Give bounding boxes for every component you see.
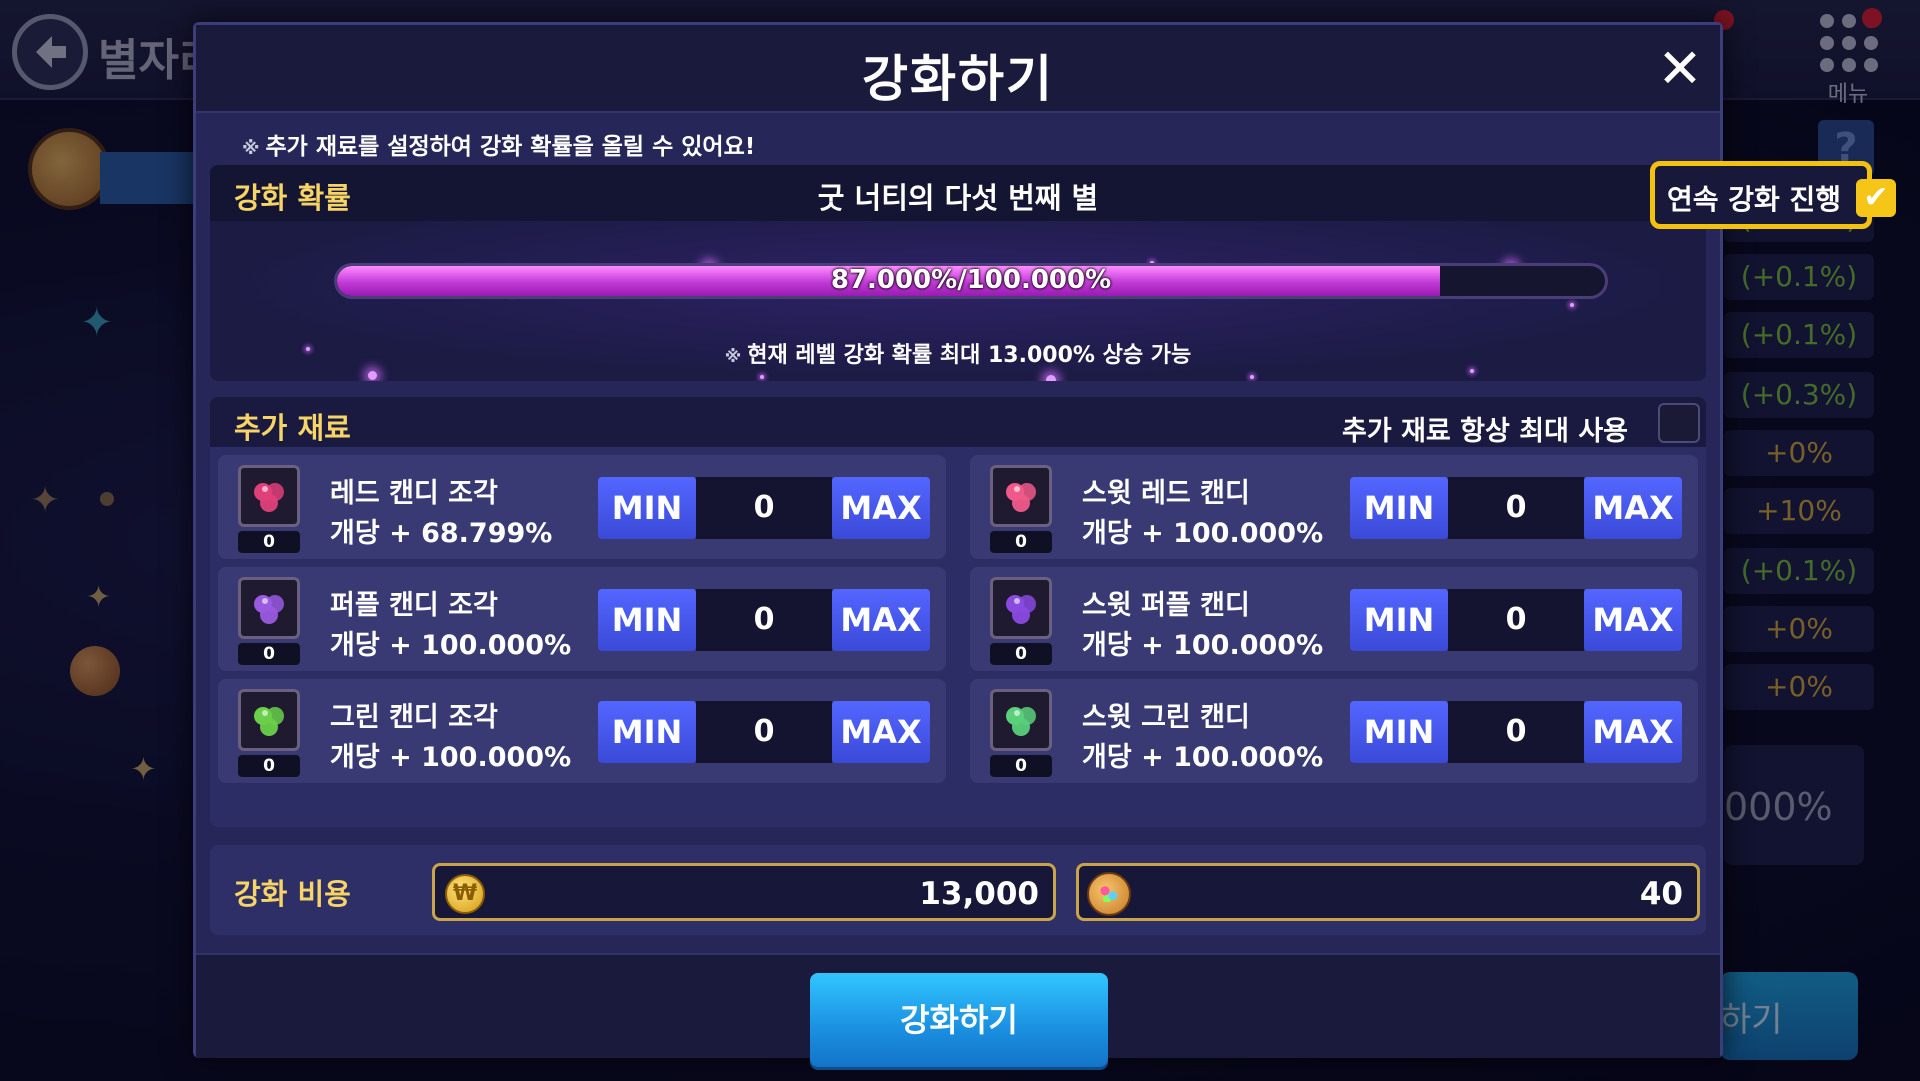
- modal-footer: 강화하기: [196, 953, 1720, 1067]
- note-text: 현재 레벨 강화 확률 최대 13.000% 상승 가능: [747, 343, 1192, 368]
- coin-cost-value: 13,000: [919, 876, 1039, 912]
- material-name: 퍼플 캔디 조각: [330, 590, 498, 621]
- material-count: 0: [990, 755, 1052, 777]
- probability-note: ※ 현재 레벨 강화 확률 최대 13.000% 상승 가능: [210, 337, 1706, 369]
- material-item: 0 레드 캔디 조각 개당 + 68.799% MIN 0 MAX: [218, 455, 946, 559]
- sweet-purple-candy-icon: [990, 577, 1052, 639]
- min-button[interactable]: MIN: [598, 589, 696, 651]
- coin-cost-field: ₩ 13,000: [432, 863, 1056, 921]
- material-count: 0: [238, 643, 300, 665]
- note-mark: ※: [724, 347, 742, 367]
- jar-cost-field: 40: [1076, 863, 1700, 921]
- check-icon: ✔: [1863, 180, 1889, 215]
- max-button[interactable]: MAX: [832, 589, 930, 651]
- material-item: 0 그린 캔디 조각 개당 + 100.000% MIN 0 MAX: [218, 679, 946, 783]
- cost-section: 강화 비용 ₩ 13,000 40: [210, 845, 1706, 935]
- max-button[interactable]: MAX: [832, 701, 930, 763]
- material-name: 레드 캔디 조각: [330, 478, 498, 509]
- material-name: 스윗 퍼플 캔디: [1082, 590, 1250, 621]
- quantity-field[interactable]: 0: [696, 701, 832, 763]
- sparkle: [1470, 369, 1474, 373]
- sparkle: [1570, 303, 1574, 307]
- candy-jar-icon: [1087, 872, 1131, 916]
- quantity-field[interactable]: 0: [1448, 701, 1584, 763]
- sparkle: [1250, 375, 1254, 379]
- max-button[interactable]: MAX: [1584, 701, 1682, 763]
- probability-header: 강화 확률 굿 너티의 다섯 번째 별: [210, 165, 1706, 221]
- item-name: 굿 너티의 다섯 번째 별: [817, 181, 1099, 215]
- auto-enhance-label: 연속 강화 진행: [1667, 183, 1842, 216]
- max-button[interactable]: MAX: [1584, 589, 1682, 651]
- material-bonus: 개당 + 100.000%: [1082, 742, 1324, 773]
- auto-max-checkbox[interactable]: [1658, 403, 1700, 443]
- probability-bar-text: 87.000%/100.000%: [830, 265, 1112, 295]
- quantity-field[interactable]: 0: [696, 589, 832, 651]
- material-item: 0 스윗 레드 캔디 개당 + 100.000% MIN 0 MAX: [970, 455, 1698, 559]
- auto-enhance-toggle[interactable]: 연속 강화 진행: [1650, 161, 1872, 229]
- material-item: 0 스윗 퍼플 캔디 개당 + 100.000% MIN 0 MAX: [970, 567, 1698, 671]
- materials-section: 추가 재료 추가 재료 항상 최대 사용 0 레드 캔디 조각 개당 + 68.…: [210, 397, 1706, 827]
- sweet-red-candy-icon: [990, 465, 1052, 527]
- material-name: 스윗 레드 캔디: [1082, 478, 1250, 509]
- purple-candy-piece-icon: [238, 577, 300, 639]
- material-bonus: 개당 + 100.000%: [1082, 518, 1324, 549]
- materials-label: 추가 재료: [234, 411, 351, 445]
- notice-mark: ※: [242, 138, 260, 159]
- enhance-modal: 강화하기 ✕ ※ 추가 재료를 설정하여 강화 확률을 올릴 수 있어요! 강화 …: [193, 22, 1896, 1067]
- quantity-field[interactable]: 0: [1448, 589, 1584, 651]
- material-bonus: 개당 + 68.799%: [330, 518, 553, 549]
- material-name: 그린 캔디 조각: [330, 702, 498, 733]
- sparkle: [368, 371, 377, 380]
- min-button[interactable]: MIN: [598, 477, 696, 539]
- material-bonus: 개당 + 100.000%: [330, 630, 572, 661]
- material-count: 0: [238, 531, 300, 553]
- min-button[interactable]: MIN: [598, 701, 696, 763]
- modal-title: 강화하기: [862, 50, 1054, 108]
- material-item: 0 퍼플 캔디 조각 개당 + 100.000% MIN 0 MAX: [218, 567, 946, 671]
- coin-icon: ₩: [445, 874, 485, 914]
- material-bonus: 개당 + 100.000%: [330, 742, 572, 773]
- material-count: 0: [990, 643, 1052, 665]
- modal-header: 강화하기 ✕: [196, 25, 1720, 113]
- max-button[interactable]: MAX: [1584, 477, 1682, 539]
- materials-header: 추가 재료 추가 재료 항상 최대 사용: [210, 397, 1706, 447]
- sweet-green-candy-icon: [990, 689, 1052, 751]
- notice-text: ※ 추가 재료를 설정하여 강화 확률을 올릴 수 있어요!: [242, 127, 755, 161]
- jar-cost-value: 40: [1639, 876, 1683, 912]
- quantity-field[interactable]: 0: [1448, 477, 1584, 539]
- material-bonus: 개당 + 100.000%: [1082, 630, 1324, 661]
- close-icon[interactable]: ✕: [1656, 42, 1704, 96]
- auto-max-label: 추가 재료 항상 최대 사용: [1342, 416, 1628, 447]
- material-count: 0: [238, 755, 300, 777]
- min-button[interactable]: MIN: [1350, 589, 1448, 651]
- cost-label: 강화 비용: [234, 877, 351, 911]
- material-count: 0: [990, 531, 1052, 553]
- green-candy-piece-icon: [238, 689, 300, 751]
- min-button[interactable]: MIN: [1350, 477, 1448, 539]
- sparkle: [760, 375, 764, 379]
- quantity-field[interactable]: 0: [696, 477, 832, 539]
- probability-section: 강화 확률 굿 너티의 다섯 번째 별 87.000%/100.000% ※ 현재…: [210, 165, 1706, 381]
- material-item: 0 스윗 그린 캔디 개당 + 100.000% MIN 0 MAX: [970, 679, 1698, 783]
- auto-enhance-checkbox[interactable]: ✔: [1856, 179, 1896, 217]
- notice-message: 추가 재료를 설정하여 강화 확률을 올릴 수 있어요!: [265, 134, 756, 160]
- max-button[interactable]: MAX: [832, 477, 930, 539]
- red-candy-piece-icon: [238, 465, 300, 527]
- sparkle: [1046, 375, 1056, 381]
- material-name: 스윗 그린 캔디: [1082, 702, 1250, 733]
- min-button[interactable]: MIN: [1350, 701, 1448, 763]
- enhance-button[interactable]: 강화하기: [810, 973, 1108, 1067]
